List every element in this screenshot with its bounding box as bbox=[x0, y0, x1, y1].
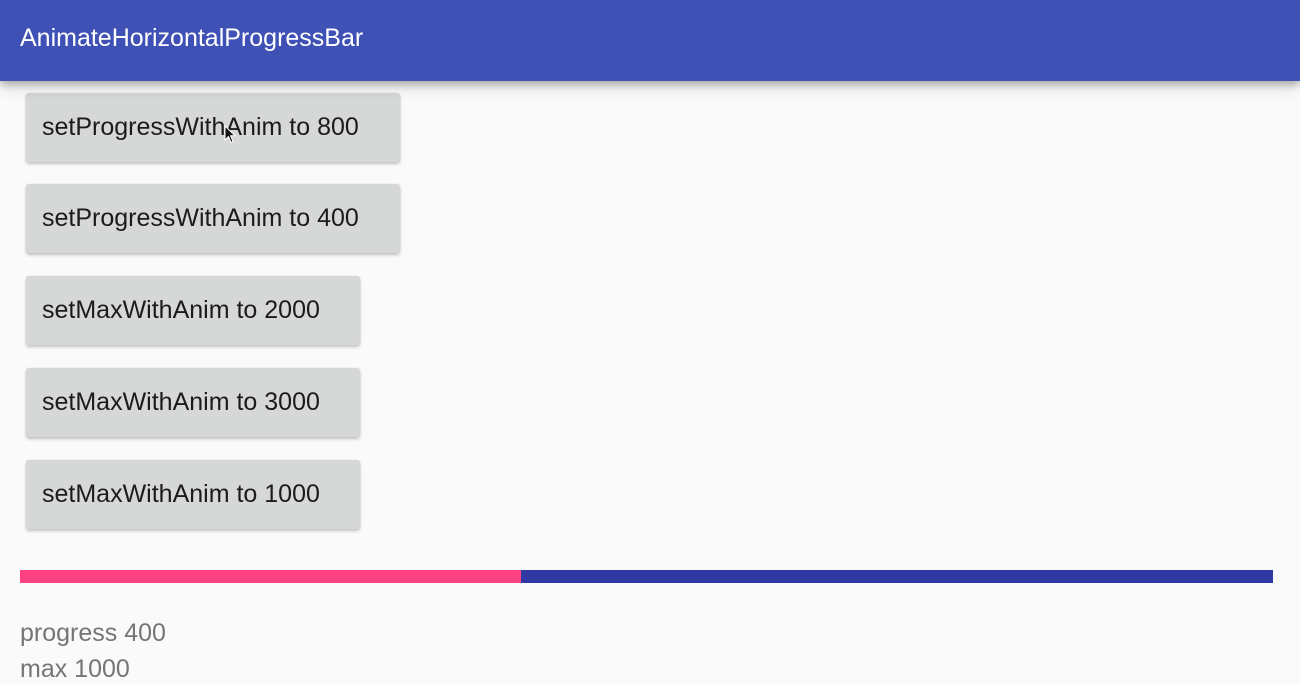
progress-bar-fill bbox=[20, 570, 522, 583]
app-title: AnimateHorizontalProgressBar bbox=[20, 24, 364, 52]
set-max-1000-button[interactable]: setMaxWithAnim to 1000 bbox=[26, 460, 360, 529]
progress-value-text: progress 400 bbox=[20, 619, 166, 647]
set-progress-400-button[interactable]: setProgressWithAnim to 400 bbox=[26, 184, 400, 253]
horizontal-progress-bar bbox=[20, 570, 1273, 583]
mouse-pointer-icon bbox=[224, 125, 236, 144]
main-content: setProgressWithAnim to 800 setProgressWi… bbox=[0, 81, 1300, 683]
set-max-3000-button[interactable]: setMaxWithAnim to 3000 bbox=[26, 368, 360, 437]
app-bar: AnimateHorizontalProgressBar bbox=[0, 0, 1300, 81]
max-value-text: max 1000 bbox=[20, 655, 130, 683]
set-progress-800-button[interactable]: setProgressWithAnim to 800 bbox=[26, 93, 400, 162]
set-max-2000-button[interactable]: setMaxWithAnim to 2000 bbox=[26, 276, 360, 345]
